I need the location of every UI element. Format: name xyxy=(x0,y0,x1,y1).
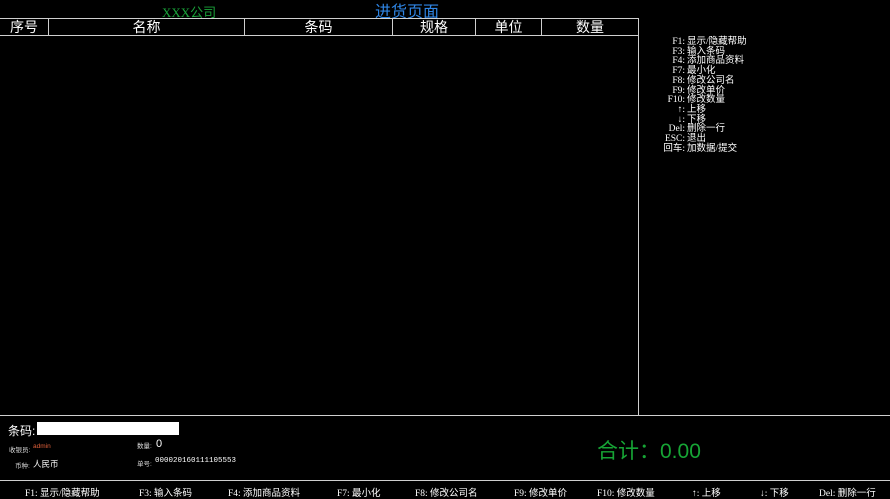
shortcut-f3[interactable]: F3: 输入条码 xyxy=(139,485,192,499)
help-item-label: 删除一行 xyxy=(687,124,726,135)
shortcut-f7[interactable]: F7: 最小化 xyxy=(337,485,381,499)
help-item-label: 上移 xyxy=(687,104,707,115)
shortcut-bar: F1: 显示/隐藏帮助 F3: 输入条码 F4: 添加商品资料 F7: 最小化 … xyxy=(0,480,890,499)
order-number-label: 单号: xyxy=(137,461,152,468)
shortcut-f10[interactable]: F10: 修改数量 xyxy=(597,485,655,499)
shortcut-down[interactable]: ↓: 下移 xyxy=(760,485,789,499)
column-header-quantity[interactable]: 数量 xyxy=(542,19,638,35)
column-header-index[interactable]: 序号 xyxy=(0,19,49,35)
barcode-label: 条码: xyxy=(8,424,36,438)
column-header-spec[interactable]: 规格 xyxy=(393,19,476,35)
shortcut-f9[interactable]: F9: 修改单价 xyxy=(514,485,567,499)
help-item-label: 修改数量 xyxy=(687,95,726,106)
section-divider xyxy=(0,415,890,416)
currency-value: 人民币 xyxy=(33,459,59,469)
column-header-barcode[interactable]: 条码 xyxy=(245,19,393,35)
help-item-label: 退出 xyxy=(687,134,707,145)
shortcut-f4[interactable]: F4: 添加商品资料 xyxy=(228,485,300,499)
currency-label: 币种: xyxy=(15,463,30,470)
column-header-name[interactable]: 名称 xyxy=(49,19,245,35)
quantity-value: 0 xyxy=(156,438,163,450)
table-header: 序号 名称 条码 规格 单位 数量 xyxy=(0,18,638,36)
shortcut-f1[interactable]: F1: 显示/隐藏帮助 xyxy=(25,485,100,499)
total-amount: 合计：0.00 xyxy=(597,440,701,463)
order-number-value: 000020160111105553 xyxy=(155,457,237,465)
quantity-label: 数量: xyxy=(137,443,152,450)
help-item-key: 回车: xyxy=(663,143,685,154)
shortcut-up[interactable]: ↑: 上移 xyxy=(692,485,721,499)
help-panel: F1: 显示/隐藏帮助 F3: 输入条码 F4: 添加商品资料 F7: 最小化 F8: 修改公司名… xyxy=(639,19,890,415)
item-table-body[interactable] xyxy=(0,36,638,416)
shortcut-f8[interactable]: F8: 修改公司名 xyxy=(415,485,478,499)
shortcut-delete[interactable]: Del: 删除一行 xyxy=(819,485,876,499)
help-item-label: 最小化 xyxy=(687,66,716,77)
barcode-input[interactable] xyxy=(37,422,179,435)
cashier-label: 收银员: xyxy=(9,447,31,454)
column-header-unit[interactable]: 单位 xyxy=(476,19,542,35)
help-item: 回车: 加数据/提交 xyxy=(657,143,747,155)
help-item-label: 修改公司名 xyxy=(687,75,735,86)
help-item-label: 显示/隐藏帮助 xyxy=(687,37,747,47)
cashier-value: admin xyxy=(33,443,51,450)
help-item-label: 加数据/提交 xyxy=(687,143,738,154)
help-item-label: 添加商品资料 xyxy=(687,56,745,67)
help-list: F1: 显示/隐藏帮助 F3: 输入条码 F4: 添加商品资料 F7: 最小化 F8: 修改公司名… xyxy=(657,37,747,155)
